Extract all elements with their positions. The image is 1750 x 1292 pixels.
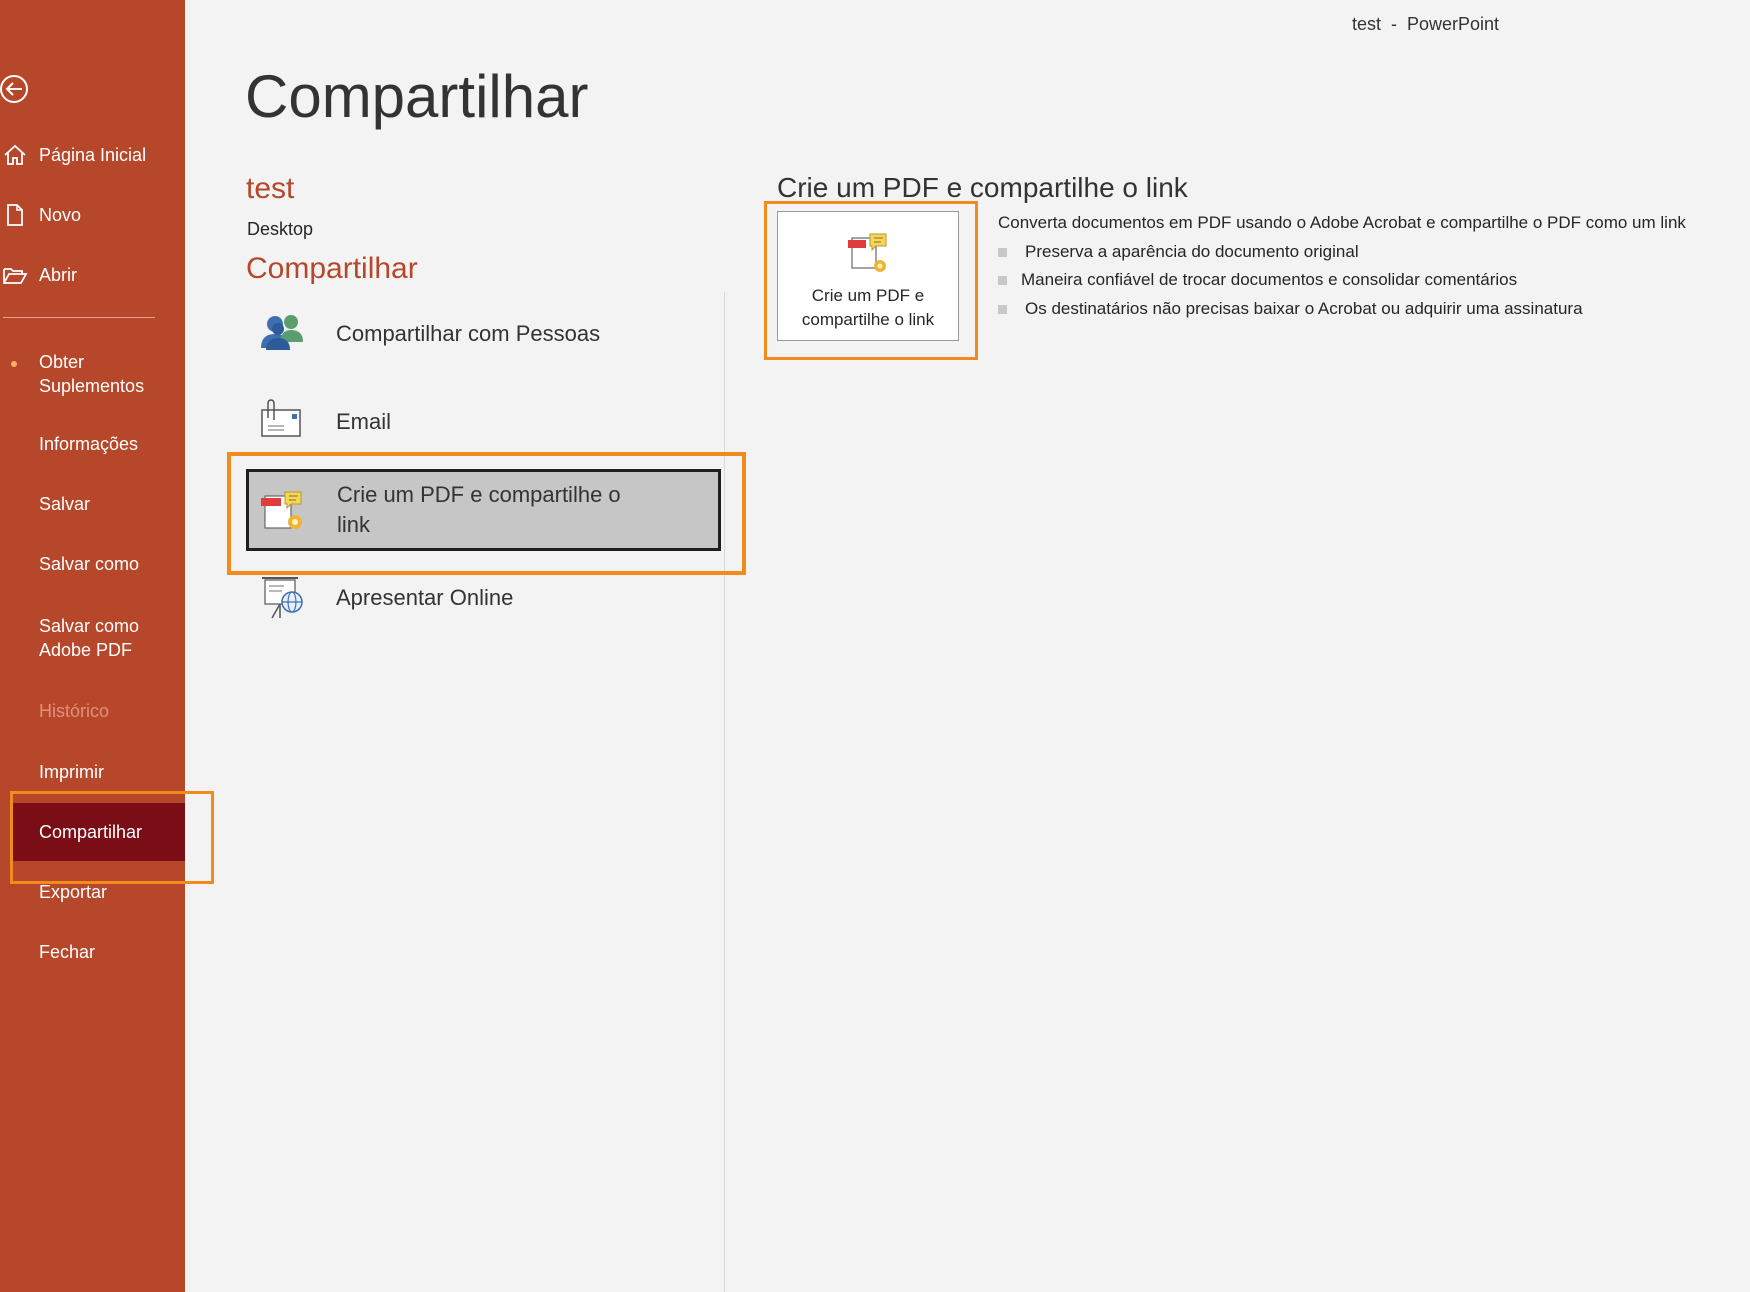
people-icon — [261, 315, 303, 350]
feature-bullet-text: Maneira confiável de trocar documentos e… — [1021, 270, 1518, 289]
nav-history-label: Histórico — [39, 700, 110, 721]
window-title: test - PowerPoint — [1352, 14, 1500, 34]
back-button[interactable] — [0, 72, 32, 106]
nav-get-addins-line2: Suplementos — [39, 376, 145, 396]
create-pdf-share-link-line1: Crie um PDF e compartilhe o — [337, 482, 621, 507]
nav-save-as-adobe-pdf-line2: Adobe PDF — [39, 640, 133, 660]
email-attachment-icon — [261, 399, 301, 437]
nav-home-label: Página Inicial — [39, 144, 147, 165]
new-document-icon — [7, 204, 23, 226]
nav-get-addins[interactable]: Obter Suplementos — [0, 339, 185, 409]
nav-save[interactable]: Salvar — [0, 475, 185, 533]
pdf-share-link-icon — [261, 491, 302, 529]
feature-bullet-text: Preserva a aparência do documento origin… — [1025, 242, 1359, 261]
nav-open[interactable]: Abrir — [0, 246, 185, 304]
create-pdf-share-link-option[interactable]: Crie um PDF e compartilhe o link — [246, 469, 721, 551]
home-icon — [4, 144, 26, 165]
feature-bullet: Maneira confiável de trocar documentos e… — [998, 270, 1517, 290]
feature-bullet: Os destinatários não precisas baixar o A… — [998, 299, 1583, 319]
nav-export-label: Exportar — [39, 881, 108, 902]
nav-share[interactable]: Compartilhar — [12, 803, 185, 861]
nav-print[interactable]: Imprimir — [0, 743, 185, 801]
button-label-line2: compartilhe o link — [801, 310, 935, 329]
nav-print-label: Imprimir — [39, 761, 104, 782]
create-pdf-share-link-label: Crie um PDF e compartilhe o link — [337, 480, 621, 540]
open-folder-icon — [3, 268, 28, 284]
document-name: test — [246, 172, 295, 205]
nav-new-label: Novo — [39, 204, 82, 225]
nav-close[interactable]: Fechar — [0, 923, 185, 981]
page-title: Compartilhar — [245, 63, 589, 130]
create-pdf-share-link-button[interactable]: Crie um PDF e compartilhe o link — [777, 211, 959, 341]
feature-bullet-text: Os destinatários não precisas baixar o A… — [1025, 299, 1583, 318]
back-arrow-icon — [0, 75, 28, 103]
nav-get-addins-label: Obter Suplementos — [39, 350, 144, 398]
nav-info-label: Informações — [39, 433, 139, 454]
nav-new[interactable]: Novo — [0, 186, 185, 244]
pdf-share-link-icon — [848, 233, 887, 272]
nav-history: Histórico — [0, 682, 185, 740]
present-online-option[interactable]: Apresentar Online — [246, 568, 721, 628]
document-location: Desktop — [247, 219, 314, 239]
panel-title: Crie um PDF e compartilhe o link — [777, 172, 1188, 203]
nav-save-as-adobe-pdf-line1: Salvar como — [39, 616, 140, 636]
nav-save-as-adobe-pdf-label: Salvar como Adobe PDF — [39, 614, 139, 662]
nav-info[interactable]: Informações — [0, 415, 185, 473]
nav-open-label: Abrir — [39, 264, 78, 285]
panel-description: Converta documentos em PDF usando o Adob… — [998, 213, 1686, 232]
create-pdf-share-link-line2: link — [337, 512, 371, 537]
nav-save-as[interactable]: Salvar como — [0, 535, 185, 593]
nav-export[interactable]: Exportar — [0, 863, 185, 921]
button-label-line1: Crie um PDF e — [811, 286, 925, 305]
bullet-marker — [998, 304, 1007, 314]
share-section-heading: Compartilhar — [246, 252, 418, 285]
backstage-sidebar: Página Inicial Novo Abrir Obter Suplemen… — [0, 0, 185, 1292]
bullet-marker — [998, 275, 1007, 285]
present-online-label: Apresentar Online — [336, 585, 514, 610]
email-option[interactable]: Email — [246, 392, 721, 452]
notification-dot — [11, 361, 17, 367]
nav-save-label: Salvar — [39, 493, 91, 514]
feature-bullet: Preserva a aparência do documento origin… — [998, 242, 1359, 262]
bullet-marker — [998, 247, 1007, 257]
sidebar-divider — [3, 317, 155, 318]
share-with-people-option[interactable]: Compartilhar com Pessoas — [246, 304, 721, 364]
create-pdf-share-link-button-label: Crie um PDF e compartilhe o link — [802, 284, 934, 332]
nav-share-label: Compartilhar — [39, 821, 143, 842]
share-with-people-label: Compartilhar com Pessoas — [336, 321, 601, 346]
nav-home[interactable]: Página Inicial — [0, 126, 185, 184]
nav-save-as-adobe-pdf[interactable]: Salvar como Adobe PDF — [0, 603, 185, 673]
present-online-icon — [262, 577, 303, 619]
nav-close-label: Fechar — [39, 941, 96, 962]
nav-get-addins-line1: Obter — [39, 352, 85, 372]
nav-save-as-label: Salvar como — [39, 553, 140, 574]
column-divider — [724, 292, 725, 1292]
email-label: Email — [336, 409, 392, 434]
